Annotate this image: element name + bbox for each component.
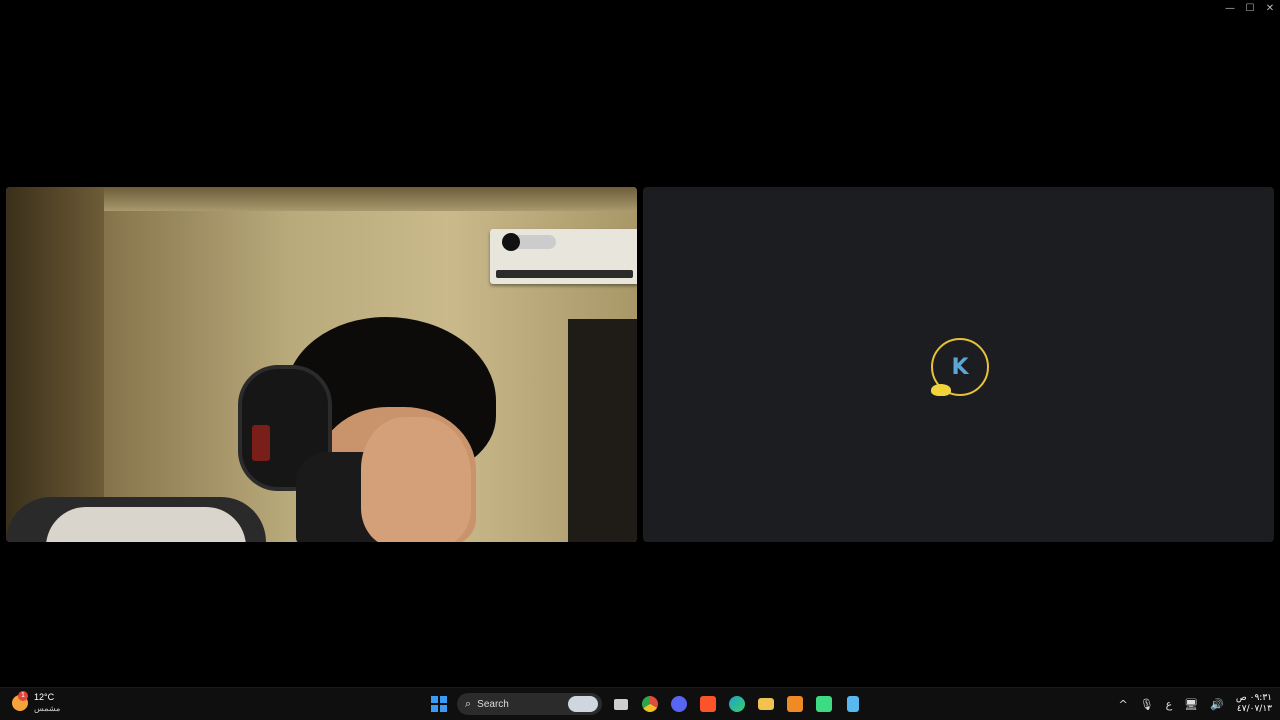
taskbar-apps: ⌕ Search xyxy=(424,688,867,720)
search-label: Search xyxy=(477,698,509,710)
taskbar-file-explorer[interactable] xyxy=(751,688,780,720)
chrome-icon xyxy=(641,696,658,712)
taskbar-notepad[interactable] xyxy=(838,688,867,720)
camera-video-tile[interactable] xyxy=(6,187,637,542)
maximize-button[interactable]: ☐ xyxy=(1240,0,1260,16)
window-controls: — ☐ ✕ xyxy=(1220,0,1280,16)
ac-vent xyxy=(496,270,633,278)
folder-icon xyxy=(757,698,774,710)
minimize-button[interactable]: — xyxy=(1220,0,1240,16)
volume-icon[interactable]: 🔊 xyxy=(1210,698,1224,711)
network-icon[interactable]: 🖥 xyxy=(1184,698,1198,711)
green-app-icon xyxy=(815,696,832,712)
clock-date: ٤٧/٠٧/١٣ xyxy=(1236,704,1272,714)
notepad-icon xyxy=(846,696,859,712)
clock-time: ٠٩:٣١ ص xyxy=(1235,693,1272,703)
search-highlight-icon xyxy=(568,696,598,712)
avatar-video-tile[interactable]: K xyxy=(643,187,1274,542)
weather-widget[interactable]: 1 12°C مشمس xyxy=(12,691,60,714)
microphone-icon[interactable]: 🎙 xyxy=(1140,698,1154,711)
taskbar-app-green[interactable] xyxy=(809,688,838,720)
weather-text: 12°C مشمس xyxy=(34,692,60,714)
weather-temperature: 12°C xyxy=(34,692,55,702)
language-indicator[interactable]: ع xyxy=(1166,698,1173,711)
door xyxy=(568,319,637,542)
weather-badge: 1 xyxy=(18,691,28,701)
camera-corner xyxy=(6,187,104,542)
task-view-icon xyxy=(613,698,628,710)
shirt xyxy=(46,507,246,542)
close-button[interactable]: ✕ xyxy=(1260,0,1280,16)
edge-icon xyxy=(728,696,745,712)
taskbar-app-orange[interactable] xyxy=(780,688,809,720)
clock[interactable]: ٠٩:٣١ ص ٤٧/٠٧/١٣ xyxy=(1236,693,1272,715)
avatar-letter: K xyxy=(951,354,969,380)
windows-start-icon xyxy=(430,696,447,712)
taskbar-brave[interactable] xyxy=(693,688,722,720)
user-avatar[interactable]: K xyxy=(931,338,989,396)
taskbar-edge[interactable] xyxy=(722,688,751,720)
weather-condition: مشمس xyxy=(34,704,61,713)
taskbar: 1 12°C مشمس ⌕ Search ^ 🎙 ع 🖥 🔊 ٠٩:٣١ ص ٤… xyxy=(0,687,1280,720)
ac-logo xyxy=(502,233,520,251)
task-view-button[interactable] xyxy=(606,688,635,720)
taskbar-chrome[interactable] xyxy=(635,688,664,720)
start-button[interactable] xyxy=(424,688,453,720)
discord-icon xyxy=(670,696,687,712)
tray-overflow-chevron-icon[interactable]: ^ xyxy=(1118,698,1127,711)
system-tray: ^ 🎙 ع 🖥 🔊 ٠٩:٣١ ص ٤٧/٠٧/١٣ xyxy=(1118,688,1272,720)
search-icon: ⌕ xyxy=(465,697,472,710)
taskbar-search[interactable]: ⌕ Search xyxy=(457,693,602,715)
person-hand xyxy=(361,417,471,542)
weather-sun-icon: 1 xyxy=(12,691,28,711)
avatar-decoration xyxy=(931,384,951,396)
brave-icon xyxy=(699,696,716,712)
air-conditioner xyxy=(490,229,637,284)
headset-accent xyxy=(252,425,270,461)
orange-a-icon xyxy=(786,696,803,712)
taskbar-discord[interactable] xyxy=(664,688,693,720)
